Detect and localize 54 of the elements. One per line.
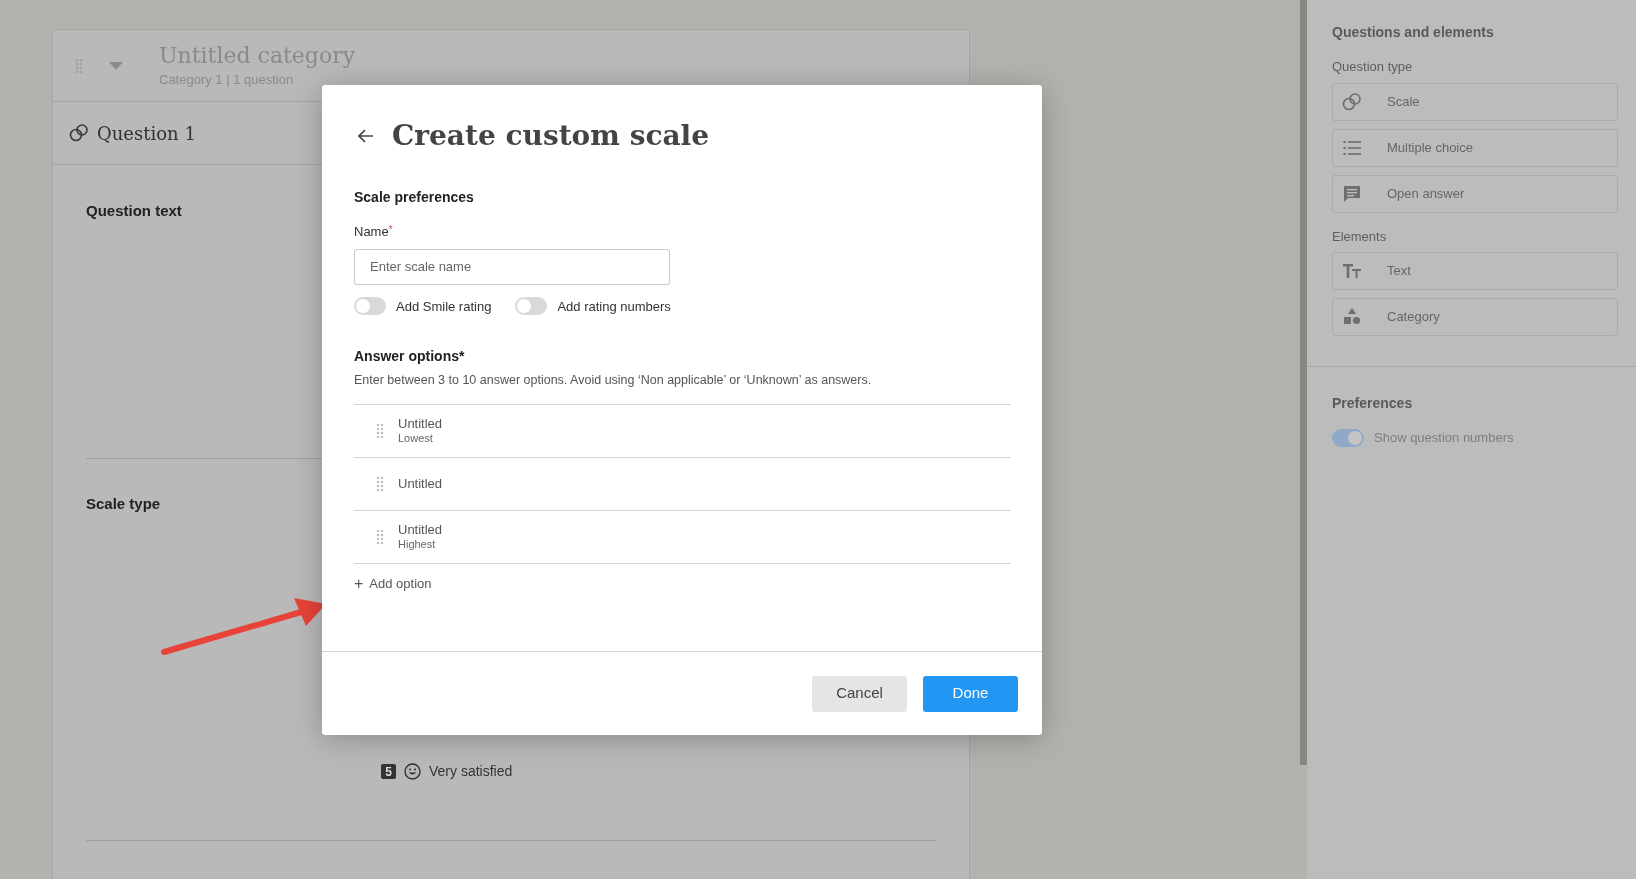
tile-label: Open answer <box>1387 184 1465 203</box>
toggle-label: Show question numbers <box>1374 429 1514 447</box>
question-title: Question 1 <box>97 121 196 146</box>
number-badge: 5 <box>381 764 396 779</box>
section-label: Scale type <box>86 494 162 514</box>
tile-label: Category <box>1387 308 1440 327</box>
toggle-switch[interactable] <box>354 297 386 316</box>
done-button[interactable]: Done <box>923 675 1018 712</box>
answer-option[interactable]: Untitled Highest <box>354 510 1011 564</box>
back-arrow-icon[interactable] <box>358 129 374 143</box>
element-tile[interactable]: Scale <box>1332 82 1618 121</box>
option-note: Lowest <box>398 432 434 446</box>
tile-label: Multiple choice <box>1387 138 1473 157</box>
section-label: Question text <box>86 202 182 219</box>
list-icon <box>1343 140 1361 155</box>
cancel-button[interactable]: Cancel <box>812 675 907 712</box>
element-tile[interactable]: Multiple choice <box>1332 128 1618 167</box>
tile-label: Text <box>1387 262 1411 281</box>
answer-option[interactable]: Untitled Lowest <box>354 404 1011 458</box>
scrollbar[interactable] <box>1300 0 1307 765</box>
element-tile[interactable]: Open answer <box>1332 174 1618 213</box>
toggle-label: Add rating numbers <box>557 297 671 316</box>
group-label: Question type <box>1332 58 1414 76</box>
section-heading: Scale preferences <box>354 188 475 207</box>
smiley-icon <box>404 763 421 780</box>
toggle-switch[interactable] <box>1332 428 1364 447</box>
hint-text: Enter between 3 to 10 answer options. Avoid using ‘Non applicable’ or ‘Unknown’ as answers. <box>354 372 873 389</box>
drag-handle-icon[interactable] <box>376 476 384 491</box>
drag-handle-icon[interactable] <box>376 529 384 544</box>
option-label: Untitled <box>398 475 443 492</box>
option-note: Highest <box>398 538 437 552</box>
tile-label: Scale <box>1387 92 1420 111</box>
section-heading: Answer options* <box>354 347 466 366</box>
sidebar-title: Questions and elements <box>1332 23 1495 42</box>
preferences-title: Preferences <box>1332 394 1414 413</box>
shapes-icon <box>1343 308 1361 326</box>
toggle-label: Add Smile rating <box>396 297 492 316</box>
dialog-title: Create custom scale <box>392 118 710 154</box>
add-option-button[interactable]: + Add option <box>354 573 432 594</box>
toggle-switch[interactable] <box>515 297 548 316</box>
group-label: Elements <box>1332 227 1388 246</box>
element-tile[interactable]: Text <box>1332 252 1618 290</box>
drag-handle-icon[interactable] <box>376 423 384 438</box>
element-tile[interactable]: Category <box>1332 298 1618 336</box>
scale-name-field[interactable]: Enter scale name <box>354 248 670 285</box>
caret-down-icon[interactable] <box>109 61 123 70</box>
text-size-icon <box>1343 264 1361 278</box>
option-label: Untitled <box>398 416 443 433</box>
message-icon <box>1343 184 1361 203</box>
answer-option[interactable]: Untitled <box>354 457 1011 511</box>
drag-handle-icon[interactable] <box>75 58 83 73</box>
option-label: Untitled <box>398 522 443 539</box>
scale-item-label: Very satisfied <box>429 762 513 781</box>
field-label: Name* <box>354 223 394 241</box>
